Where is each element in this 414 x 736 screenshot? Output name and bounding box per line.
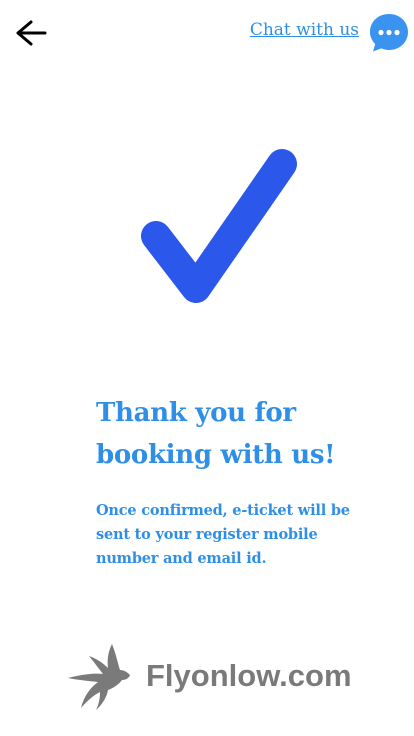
confirmation-message: Once confirmed, e-ticket will be sent to… <box>96 499 396 571</box>
confirmation-message-line: number and email id. <box>96 550 267 567</box>
arrow-left-icon <box>16 20 47 46</box>
thank-you-heading: Thank you for booking with us! <box>96 392 396 476</box>
confirmation-message-line: Once confirmed, e-ticket will be <box>96 502 350 519</box>
chat-with-us-link[interactable]: Chat with us <box>250 20 359 40</box>
check-mark-icon <box>141 149 297 303</box>
brand-logo: Flyonlow.com <box>62 640 352 712</box>
booking-confirmation-screen: Chat with us Thank you for booking with … <box>0 0 414 736</box>
confirmation-message-line: sent to your register mobile <box>96 526 318 543</box>
chat-button[interactable] <box>369 13 409 53</box>
back-button[interactable] <box>10 16 50 50</box>
thank-you-heading-line: booking with us! <box>96 440 336 470</box>
chat-bubble-dots-icon <box>370 14 408 52</box>
brand-name: Flyonlow.com <box>146 658 352 693</box>
bird-logo-icon <box>68 644 130 710</box>
thank-you-heading-line: Thank you for <box>96 398 296 428</box>
